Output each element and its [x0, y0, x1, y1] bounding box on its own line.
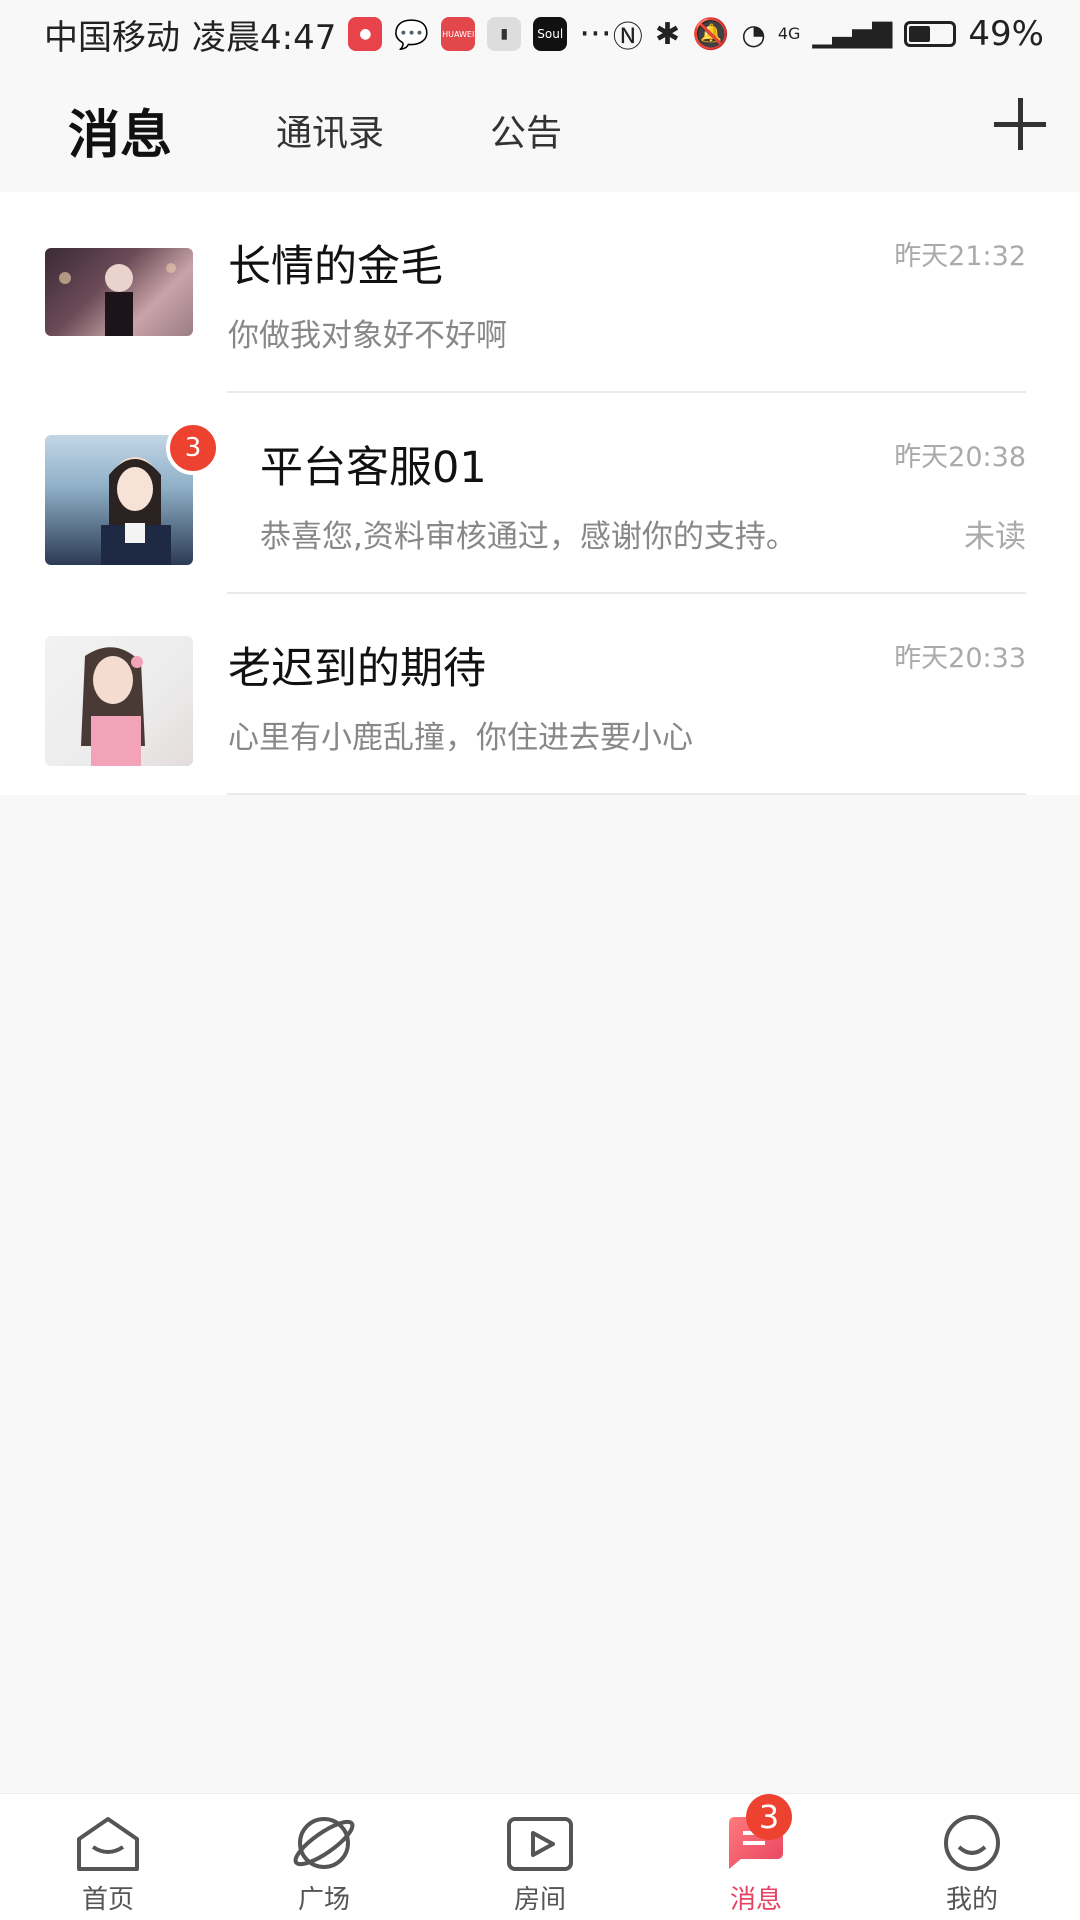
status-right: Ⓝ ✱ 🔕 ◔ 4G ▁▃▅▇ 49% — [613, 12, 1044, 56]
more-notifications-icon: ··· — [579, 14, 612, 54]
tab-label: 我的 — [945, 1885, 998, 1915]
add-icon[interactable] — [990, 94, 1050, 154]
tab-badge: 3 — [746, 1794, 792, 1840]
tab-contacts[interactable]: 通讯录 — [276, 104, 384, 156]
tab-profile[interactable]: 我的 — [864, 1794, 1080, 1920]
divider — [227, 793, 1026, 795]
avatar — [45, 248, 193, 336]
status-bar: 中国移动 凌晨4:47 ● 💬 HUAWEI ▮ Soul ··· Ⓝ ✱ 🔕 … — [0, 0, 1080, 68]
message-preview: 恭喜您,资料审核通过，感谢你的支持。 — [260, 519, 797, 555]
soul-app-icon: Soul — [533, 17, 568, 51]
bluetooth-icon: ✱ — [654, 16, 681, 52]
conversation-row[interactable]: 3 平台客服01 恭喜您,资料审核通过，感谢你的支持。 昨天20:38 未读 — [0, 393, 1080, 594]
message-time: 昨天21:32 — [894, 241, 1026, 272]
tab-label: 消息 — [729, 1885, 782, 1915]
status-left: 中国移动 凌晨4:47 ● 💬 HUAWEI ▮ Soul ··· — [44, 10, 612, 59]
app-notification-icon: ● — [348, 17, 383, 51]
bottom-tab-bar: 首页 广场 房间 3 消息 我的 — [0, 1793, 1080, 1920]
planet-icon — [293, 1817, 355, 1869]
message-time: 昨天20:33 — [894, 643, 1026, 674]
unread-label: 未读 — [964, 519, 1026, 555]
tab-label: 房间 — [513, 1885, 566, 1915]
message-preview: 你做我对象好不好啊 — [228, 318, 507, 354]
header: 消息 通讯录 公告 — [0, 68, 1080, 192]
wifi-icon: ◔ — [741, 17, 766, 51]
tab-label: 广场 — [297, 1885, 350, 1915]
signal-icon: ▁▃▅▇ — [812, 19, 893, 49]
message-time: 昨天20:38 — [894, 442, 1026, 473]
message-preview: 心里有小鹿乱撞，你住进去要小心 — [228, 720, 693, 756]
conversation-row[interactable]: 长情的金毛 你做我对象好不好啊 昨天21:32 — [0, 192, 1080, 393]
conversation-row[interactable]: 老迟到的期待 心里有小鹿乱撞，你住进去要小心 昨天20:33 — [0, 594, 1080, 795]
tab-home[interactable]: 首页 — [0, 1794, 216, 1920]
clock-text: 凌晨4:47 — [192, 17, 337, 58]
tab-square[interactable]: 广场 — [216, 1794, 432, 1920]
tab-messages[interactable]: 消息 — [68, 93, 172, 168]
home-icon — [77, 1817, 139, 1871]
battery-percent: 49% — [968, 14, 1044, 54]
avatar-image — [81, 647, 145, 766]
unread-badge: 3 — [166, 421, 220, 475]
tab-label: 首页 — [81, 1885, 134, 1915]
wechat-icon: 💬 — [394, 17, 430, 51]
huawei-store-icon: HUAWEI — [441, 17, 476, 51]
tab-rooms[interactable]: 房间 — [432, 1794, 648, 1920]
tab-messages-nav[interactable]: 3 消息 — [648, 1794, 864, 1920]
contact-name: 老迟到的期待 — [228, 644, 486, 694]
contact-name: 长情的金毛 — [228, 242, 443, 292]
network-type: 4G — [777, 24, 801, 43]
carrier-text: 中国移动 — [44, 17, 180, 58]
smile-icon — [944, 1815, 1000, 1871]
battery-icon — [904, 21, 957, 47]
tab-announcements[interactable]: 公告 — [490, 104, 562, 156]
battery-fill — [909, 26, 931, 42]
play-icon — [507, 1817, 573, 1871]
nfc-icon: Ⓝ — [612, 20, 643, 55]
conversation-list: 长情的金毛 你做我对象好不好啊 昨天21:32 3 平台客服01 恭喜您,资料审… — [0, 192, 1080, 795]
avatar-image — [59, 263, 176, 336]
contact-name: 平台客服01 — [260, 443, 487, 493]
sim-icon: ▮ — [487, 17, 522, 51]
avatar — [45, 636, 193, 766]
mute-icon: 🔕 — [692, 16, 730, 52]
